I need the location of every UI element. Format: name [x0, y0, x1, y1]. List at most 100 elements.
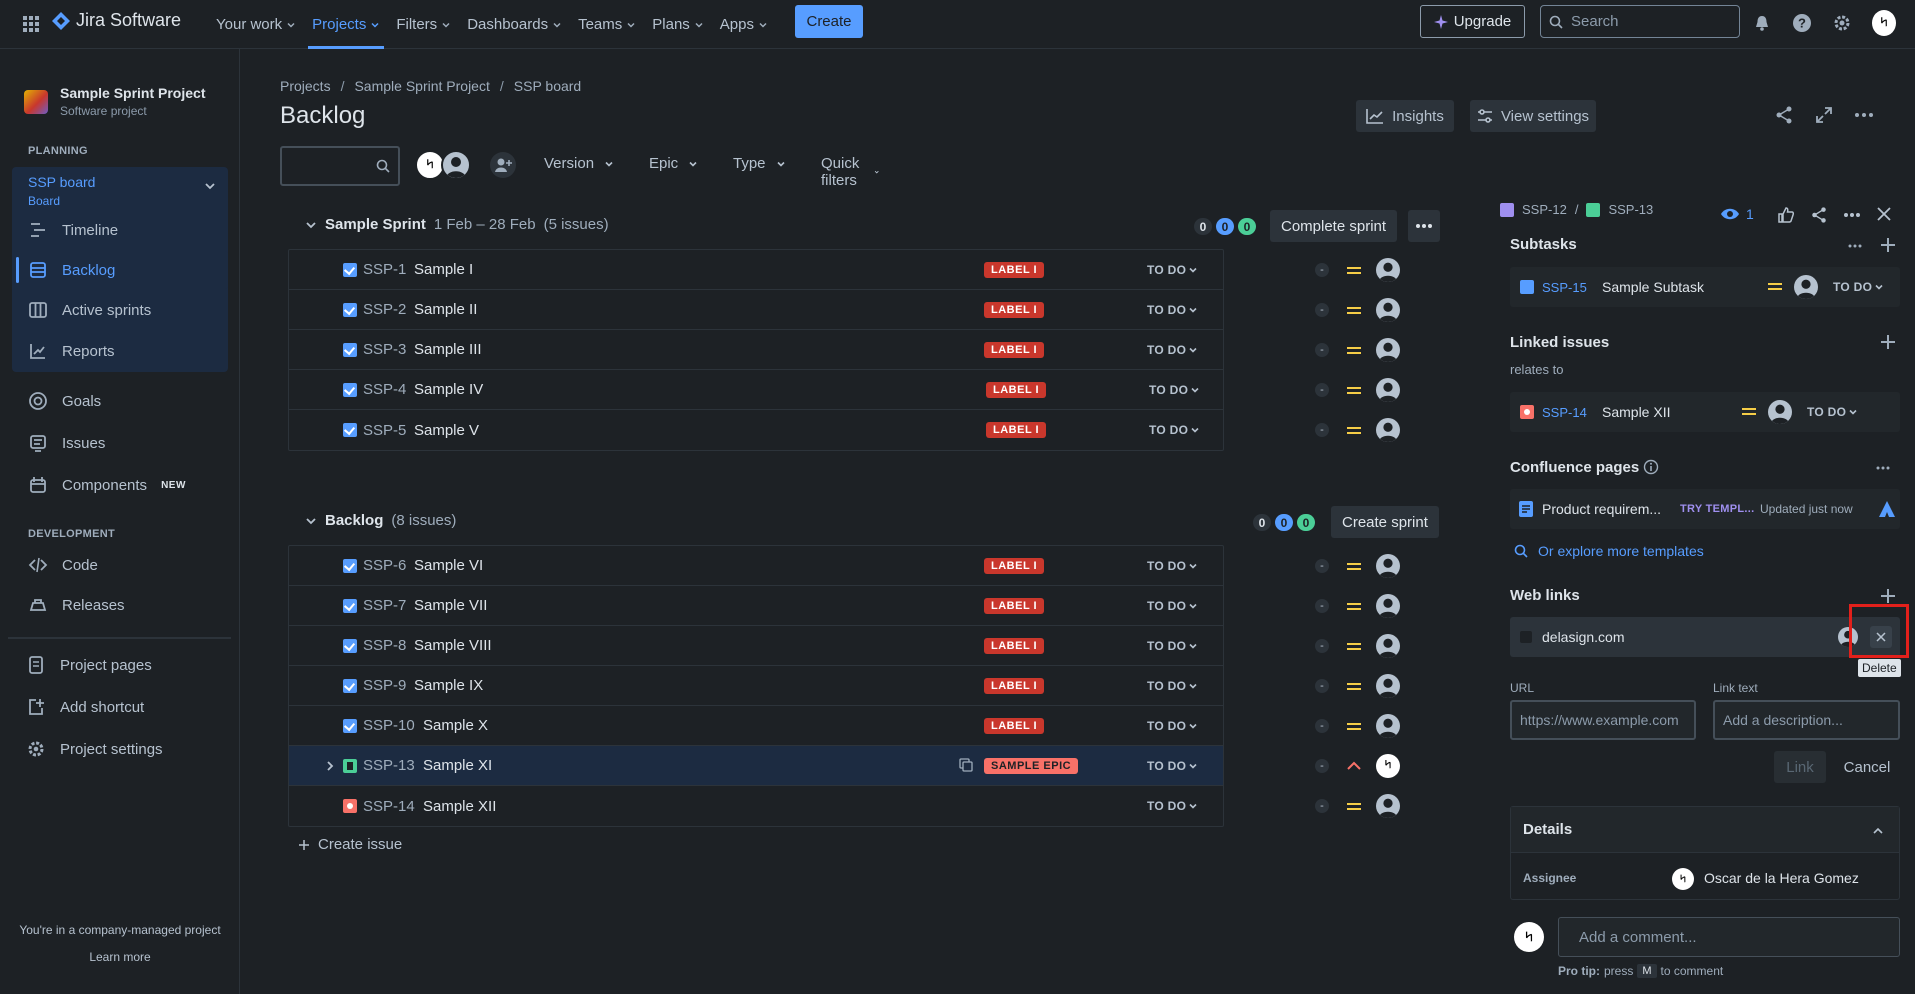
status-dropdown[interactable]: TO DO	[1833, 280, 1884, 294]
url-input[interactable]: https://www.example.com	[1510, 700, 1696, 740]
sprint-more-button[interactable]	[1408, 210, 1440, 242]
issue-label-badge[interactable]: LABEL I	[984, 262, 1045, 278]
story-points-badge[interactable]: -	[1315, 799, 1329, 813]
issue-summary[interactable]: Sample X	[423, 717, 488, 734]
status-dropdown[interactable]: TO DO	[1147, 263, 1198, 277]
link-button[interactable]: Link	[1774, 751, 1826, 783]
backlog-header[interactable]: Backlog (8 issues)	[305, 512, 456, 529]
nav-apps[interactable]: Apps	[712, 0, 776, 49]
status-dropdown[interactable]: TO DO	[1147, 679, 1198, 693]
assignee-avatar[interactable]	[1376, 338, 1400, 362]
confluence-more-icon[interactable]	[1876, 466, 1890, 470]
issue-row[interactable]: SSP-13 Sample XI SAMPLE EPIC TO DO - ৸	[289, 746, 1400, 786]
story-points-badge[interactable]: -	[1315, 679, 1329, 693]
status-dropdown[interactable]: TO DO	[1147, 719, 1198, 733]
sidebar-item-code[interactable]: Code	[28, 546, 98, 584]
web-link-text[interactable]: delasign.com	[1542, 629, 1625, 645]
watchers-button[interactable]: 1	[1720, 206, 1754, 222]
assignee-avatar[interactable]	[1376, 418, 1400, 442]
assignee-avatar[interactable]	[1376, 298, 1400, 322]
linked-issue-row[interactable]: SSP-14 Sample XII TO DO	[1510, 392, 1900, 432]
info-icon[interactable]	[1643, 459, 1659, 475]
view-settings-button[interactable]: View settings	[1470, 100, 1596, 132]
issue-summary[interactable]: Sample III	[414, 341, 482, 358]
learn-more-link[interactable]: Learn more	[0, 950, 240, 964]
sidebar-item-goals[interactable]: Goals	[28, 382, 101, 420]
assignee-avatar[interactable]: ৸	[1376, 754, 1400, 778]
nav-filters[interactable]: Filters	[388, 0, 459, 49]
avatar-filter-unassigned[interactable]	[441, 150, 471, 180]
sidebar-item-issues[interactable]: Issues	[28, 424, 105, 462]
help-icon[interactable]: ?	[1790, 11, 1814, 35]
status-dropdown[interactable]: TO DO	[1147, 799, 1198, 813]
version-filter[interactable]: Version	[544, 155, 614, 172]
story-points-badge[interactable]: -	[1315, 383, 1329, 397]
status-dropdown[interactable]: TO DO	[1147, 599, 1198, 613]
issue-label-badge[interactable]: LABEL I	[984, 302, 1045, 318]
status-dropdown[interactable]: TO DO	[1147, 303, 1198, 317]
issue-key[interactable]: SSP-14	[363, 798, 415, 815]
story-points-badge[interactable]: -	[1315, 303, 1329, 317]
share-icon[interactable]	[1774, 105, 1794, 125]
explore-templates-link[interactable]: Or explore more templates	[1514, 543, 1704, 559]
assignee-avatar[interactable]	[1376, 258, 1400, 282]
nav-teams[interactable]: Teams	[570, 0, 644, 49]
story-points-badge[interactable]: -	[1315, 639, 1329, 653]
issue-summary[interactable]: Sample I	[414, 261, 473, 278]
status-dropdown[interactable]: TO DO	[1149, 423, 1200, 437]
notifications-bell-icon[interactable]	[1750, 11, 1774, 35]
create-sprint-button[interactable]: Create sprint	[1331, 506, 1439, 538]
search-input[interactable]: Search	[1540, 5, 1740, 38]
sprint-header[interactable]: Sample Sprint 1 Feb – 28 Feb (5 issues)	[305, 216, 609, 233]
story-points-badge[interactable]: -	[1315, 263, 1329, 277]
parent-issue-key[interactable]: SSP-12	[1522, 202, 1567, 217]
issue-summary[interactable]: Sample VI	[414, 557, 483, 574]
issue-label-badge[interactable]: LABEL I	[984, 678, 1045, 694]
share-icon[interactable]	[1810, 206, 1828, 224]
issue-row[interactable]: SSP-14 Sample XII TO DO -	[289, 786, 1400, 826]
insights-button[interactable]: Insights	[1356, 100, 1454, 132]
issue-summary[interactable]: Sample IX	[414, 677, 483, 694]
sidebar-item-releases[interactable]: Releases	[28, 586, 125, 624]
issue-row[interactable]: SSP-9 Sample IX LABEL I TO DO -	[289, 666, 1400, 706]
assignee-avatar[interactable]	[1376, 714, 1400, 738]
linked-issue-key[interactable]: SSP-14	[1542, 405, 1587, 420]
issue-label-badge[interactable]: LABEL I	[984, 342, 1045, 358]
subtask-row[interactable]: SSP-15 Sample Subtask TO DO	[1510, 267, 1900, 307]
sidebar-item-add-shortcut[interactable]: Add shortcut	[26, 688, 144, 726]
type-filter[interactable]: Type	[733, 155, 786, 172]
backlog-search-input[interactable]	[280, 146, 400, 186]
story-points-badge[interactable]: -	[1315, 719, 1329, 733]
issue-summary[interactable]: Sample VIII	[414, 637, 492, 654]
issue-key[interactable]: SSP-13	[363, 757, 415, 774]
issue-label-badge[interactable]: LABEL I	[986, 382, 1047, 398]
issue-label-badge[interactable]: SAMPLE EPIC	[984, 758, 1079, 774]
issue-summary[interactable]: Sample V	[414, 422, 479, 439]
issue-key[interactable]: SSP-3	[363, 341, 406, 358]
add-web-link-icon[interactable]	[1880, 588, 1896, 604]
status-dropdown[interactable]: TO DO	[1147, 759, 1198, 773]
assignee-avatar[interactable]	[1376, 634, 1400, 658]
sidebar-item-project-pages[interactable]: Project pages	[26, 646, 152, 684]
story-points-badge[interactable]: -	[1315, 759, 1329, 773]
assignee-name[interactable]: Oscar de la Hera Gomez	[1704, 870, 1859, 886]
more-actions-icon[interactable]	[1843, 212, 1861, 218]
add-people-icon[interactable]	[490, 152, 516, 178]
assignee-avatar[interactable]	[1376, 674, 1400, 698]
more-actions-icon[interactable]	[1854, 105, 1874, 125]
settings-gear-icon[interactable]	[1830, 11, 1854, 35]
sidebar-item-project-settings[interactable]: Project settings	[26, 730, 163, 768]
status-dropdown[interactable]: TO DO	[1149, 383, 1200, 397]
fullscreen-icon[interactable]	[1814, 105, 1834, 125]
comment-input[interactable]: Add a comment...	[1558, 917, 1900, 957]
web-link-row[interactable]: delasign.com	[1510, 617, 1900, 657]
child-issues-icon[interactable]	[959, 758, 973, 772]
sidebar-item-backlog[interactable]: Backlog	[16, 251, 228, 289]
assignee-avatar[interactable]	[1794, 275, 1818, 299]
issue-summary[interactable]: Sample XII	[423, 798, 496, 815]
issue-row[interactable]: SSP-8 Sample VIII LABEL I TO DO -	[289, 626, 1400, 666]
upgrade-button[interactable]: Upgrade	[1420, 5, 1525, 38]
issue-summary[interactable]: Sample VII	[414, 597, 487, 614]
confluence-page-row[interactable]: Product requirem... TRY TEMPL... Updated…	[1510, 489, 1900, 529]
status-dropdown[interactable]: TO DO	[1807, 405, 1858, 419]
